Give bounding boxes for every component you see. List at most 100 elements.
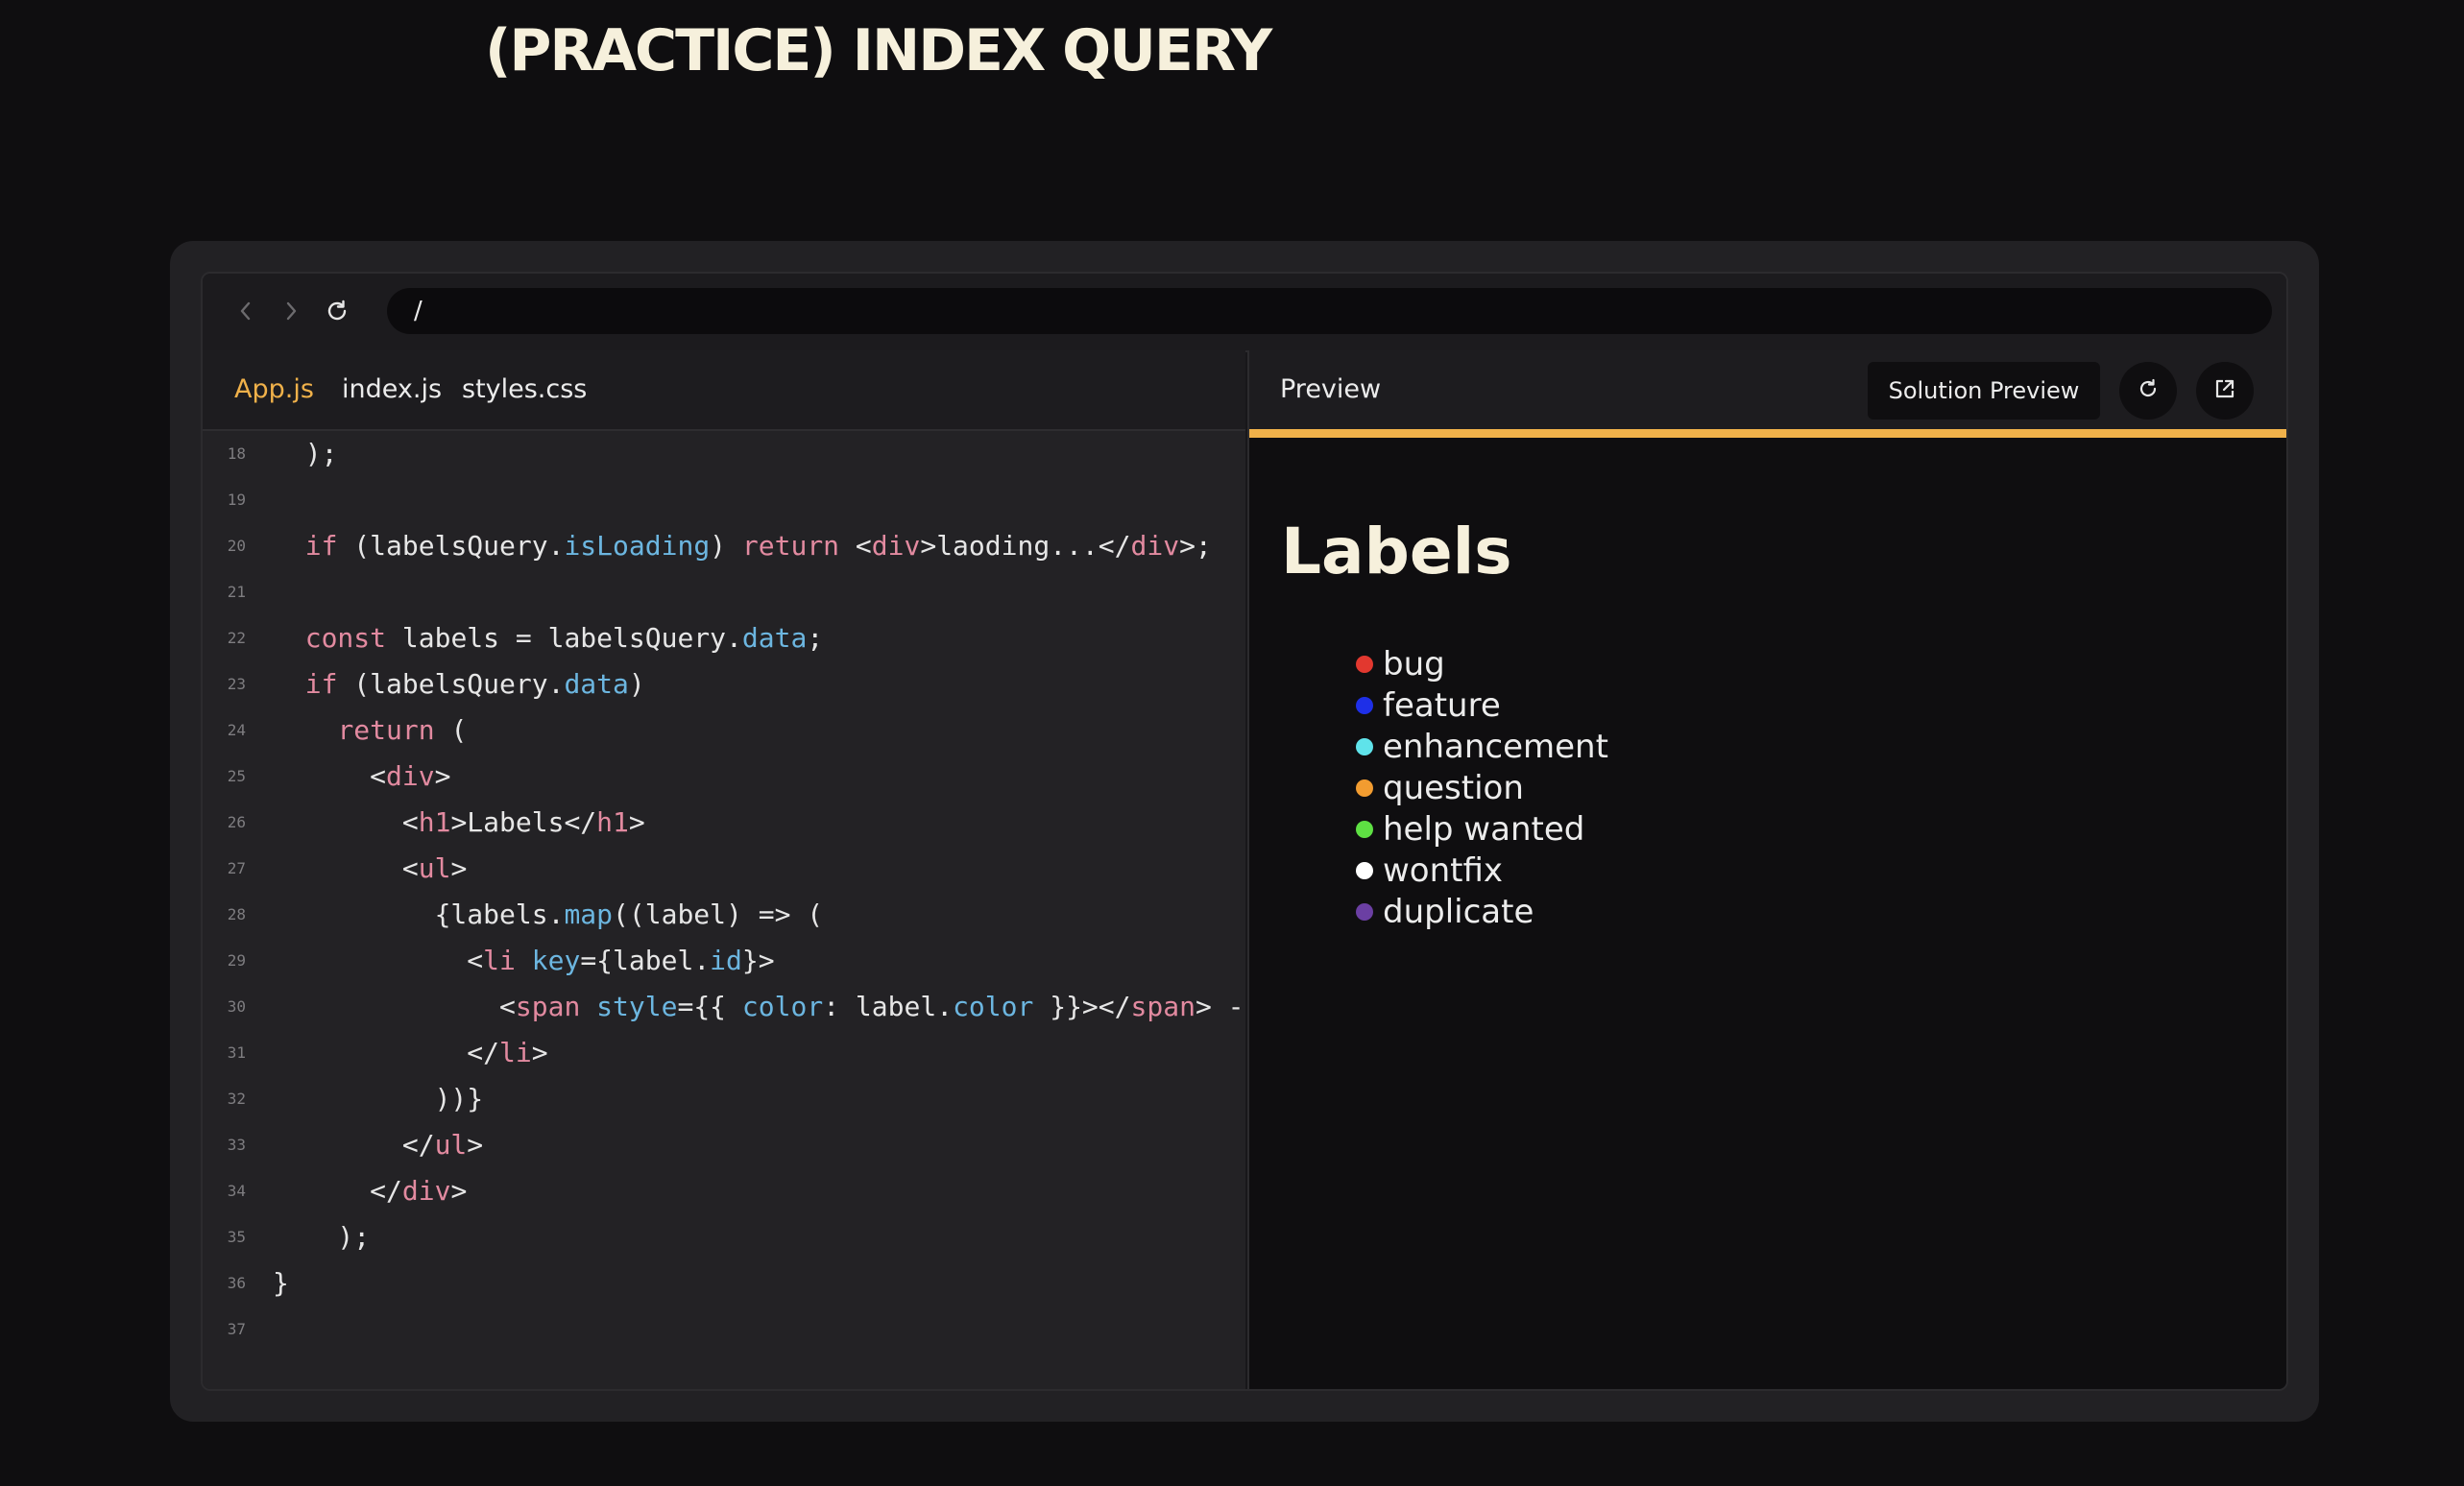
code-text: <li key={label.id}> [273,945,775,976]
line-number: 28 [227,905,246,923]
label-item: wontfix [1356,850,1608,891]
label-item: enhancement [1356,726,1608,767]
code-text: } [273,1267,289,1299]
line-number: 34 [227,1182,246,1200]
browser-toolbar: / [203,274,2286,352]
code-area[interactable]: 18 ); 19 20 if (labelsQuery.isLoading) ret… [203,431,1245,1389]
line-number: 33 [227,1136,246,1154]
label-item: help wanted [1356,808,1608,850]
label-name: enhancement [1383,727,1608,766]
code-line: 34 </div> [203,1168,1245,1214]
label-name: feature [1383,685,1501,725]
label-name: wontfix [1383,851,1504,890]
label-item: question [1356,767,1608,808]
label-color-dot [1356,820,1373,838]
tab-app-js[interactable]: App.js [234,350,314,429]
label-color-dot [1356,696,1373,714]
back-icon[interactable] [228,293,264,329]
line-number: 22 [227,629,246,647]
code-line: 31 </li> [203,1030,1245,1076]
code-line: 18 ); [203,431,1245,477]
label-name: bug [1383,644,1445,683]
label-color-dot [1356,737,1373,755]
code-line: 22 const labels = labelsQuery.data; [203,615,1245,661]
line-number: 19 [227,491,246,509]
line-number: 20 [227,537,246,555]
line-number: 26 [227,813,246,831]
code-text: ); [273,438,338,469]
code-line: 19 [203,477,1245,523]
label-name: help wanted [1383,809,1585,849]
line-number: 37 [227,1320,246,1338]
label-color-dot [1356,902,1373,921]
code-line: 27 <ul> [203,846,1245,892]
label-name: question [1383,768,1524,807]
label-color-dot [1356,779,1373,797]
code-text: {labels.map((label) => ( [273,899,824,930]
line-number: 23 [227,675,246,693]
line-number: 25 [227,767,246,785]
label-color-dot [1356,655,1373,673]
file-tabs: App.js index.js styles.css [203,350,1245,431]
preview-heading: Labels [1281,515,1512,588]
code-text: <div> [273,760,451,792]
code-text: ))} [273,1083,484,1114]
label-color-dot [1356,861,1373,879]
forward-icon[interactable] [273,293,309,329]
page-title: (PRACTICE) INDEX QUERY [485,17,1272,84]
code-line: 32 ))} [203,1076,1245,1122]
code-text: if (labelsQuery.data) [304,668,645,700]
refresh-preview-button[interactable] [2119,362,2177,419]
code-line: 20 if (labelsQuery.isLoading) return <di… [203,523,1245,569]
code-line: 35 ); [203,1214,1245,1260]
code-text: </div> [273,1175,468,1207]
open-new-window-button[interactable] [2196,362,2254,419]
reload-icon[interactable] [319,293,355,329]
label-item: bug [1356,643,1608,684]
label-item: duplicate [1356,891,1608,932]
preview-header: Preview Solution Preview [1249,350,2286,429]
code-line: 33 </ul> [203,1122,1245,1168]
tab-styles-css[interactable]: styles.css [462,350,587,429]
external-link-icon [2213,377,2236,405]
line-number: 24 [227,721,246,739]
url-input[interactable]: / [387,288,2272,334]
code-text: </ul> [273,1129,484,1161]
code-text: </li> [273,1037,548,1068]
code-text: <span style={{ color: label.color }}></s… [273,991,1244,1022]
code-line: 26 <h1>Labels</h1> [203,800,1245,846]
line-number: 29 [227,951,246,970]
code-text: if (labelsQuery.isLoading) return <div>l… [304,530,1212,562]
line-number: 36 [227,1274,246,1292]
refresh-icon [2137,377,2160,405]
solution-preview-button[interactable]: Solution Preview [1868,362,2100,419]
line-number: 21 [227,583,246,601]
code-line: 29 <li key={label.id}> [203,938,1245,984]
preview-accent-bar [1249,429,2286,438]
line-number: 32 [227,1090,246,1108]
line-number: 31 [227,1043,246,1062]
label-item: feature [1356,684,1608,726]
code-sandbox-window: / App.js index.js styles.css 18 ); 19 20 i… [201,272,2288,1391]
code-line: 23 if (labelsQuery.data) [203,661,1245,707]
preview-title: Preview [1280,374,1382,404]
code-line: 37 [203,1306,1245,1353]
code-text: <h1>Labels</h1> [273,806,645,838]
code-line: 30 <span style={{ color: label.color }}>… [203,984,1245,1030]
line-number: 18 [227,444,246,463]
code-editor: App.js index.js styles.css 18 ); 19 20 if … [203,350,1245,1389]
line-number: 30 [227,997,246,1016]
code-text: return ( [337,714,468,746]
code-text: <ul> [273,852,468,884]
label-list: bug feature enhancement question help wanted… [1356,643,1608,932]
line-number: 27 [227,859,246,877]
line-number: 35 [227,1228,246,1246]
code-line: 24 return ( [203,707,1245,754]
label-name: duplicate [1383,892,1534,931]
code-line: 25 <div> [203,754,1245,800]
code-text: const labels = labelsQuery.data; [304,622,824,654]
code-line: 28 {labels.map((label) => ( [203,892,1245,938]
code-line: 36} [203,1260,1245,1306]
tab-index-js[interactable]: index.js [342,350,442,429]
code-text: ); [273,1221,371,1253]
